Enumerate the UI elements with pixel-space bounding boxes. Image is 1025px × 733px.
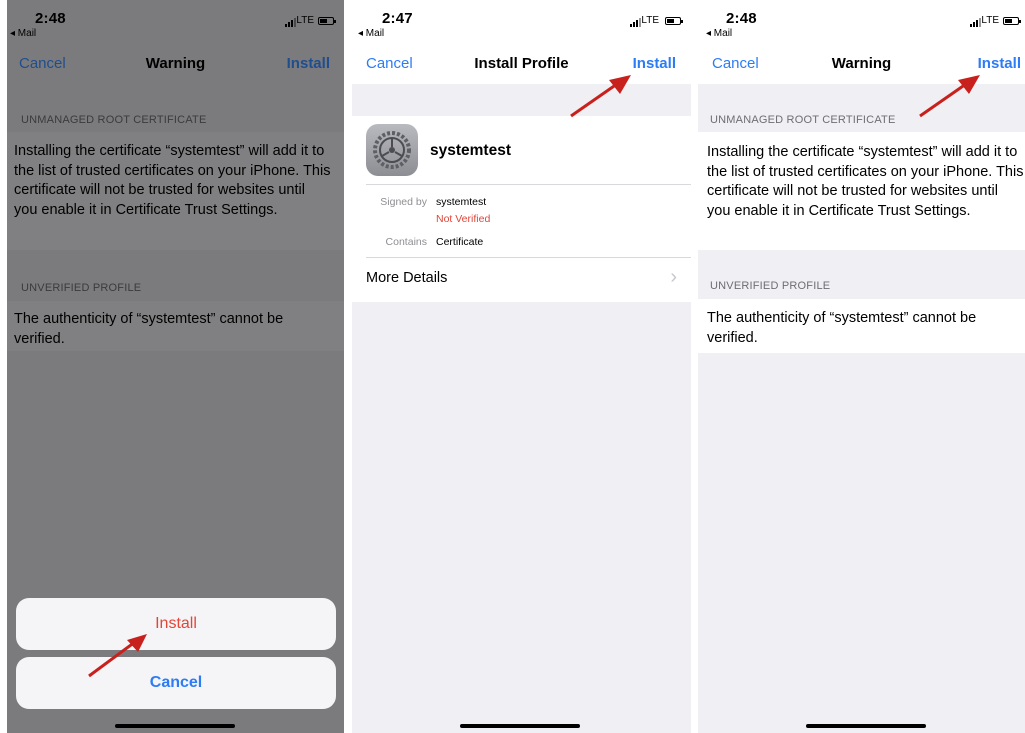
not-verified-badge: Not Verified — [436, 213, 491, 225]
sheet-install-button[interactable]: Install — [16, 598, 336, 650]
home-indicator — [115, 724, 235, 728]
home-indicator — [460, 724, 580, 728]
install-button[interactable]: Install — [633, 55, 676, 72]
settings-gear-icon — [366, 124, 418, 176]
chevron-right-icon: › — [670, 266, 677, 288]
certificate-warning-cell: Installing the certificate “systemtest” … — [7, 132, 344, 250]
home-indicator — [806, 724, 926, 728]
back-to-mail-link[interactable]: ◂ Mail — [358, 28, 384, 39]
certificate-warning-text: Installing the certificate “systemtest” … — [14, 143, 331, 218]
section-header-unverified: UNVERIFIED PROFILE — [21, 282, 142, 294]
unverified-profile-text: The authenticity of “systemtest” cannot … — [707, 310, 977, 346]
signal-icon — [970, 18, 981, 27]
sheet-cancel-button[interactable]: Cancel — [16, 657, 336, 709]
network-label: LTE — [296, 15, 314, 26]
status-time: 2:47 — [382, 10, 413, 27]
navigation-bar: Install Profile Cancel Install — [352, 42, 691, 84]
battery-icon — [1003, 17, 1021, 25]
network-label: LTE — [641, 15, 659, 26]
unverified-profile-cell: The authenticity of “systemtest” cannot … — [698, 299, 1025, 353]
warning-screen: 2:48 ◂ Mail LTE Warning Cancel Install U… — [698, 0, 1025, 733]
certificate-warning-text: Installing the certificate “systemtest” … — [707, 144, 1024, 219]
section-header-unverified: UNVERIFIED PROFILE — [710, 280, 831, 292]
red-arrow-annotation — [919, 75, 980, 118]
status-bar: 2:48 ◂ Mail LTE — [7, 0, 344, 42]
profile-name: systemtest — [430, 142, 511, 159]
warning-screen-with-action-sheet: 2:48 ◂ Mail LTE Warning Cancel Install U… — [7, 0, 344, 733]
status-time: 2:48 — [35, 10, 66, 27]
unverified-profile-text: The authenticity of “systemtest” cannot … — [14, 311, 284, 347]
install-button[interactable]: Install — [287, 55, 330, 72]
certificate-warning-cell: Installing the certificate “systemtest” … — [698, 132, 1025, 250]
network-label: LTE — [981, 15, 999, 26]
contains-value: Certificate — [436, 236, 484, 248]
cancel-button[interactable]: Cancel — [366, 55, 413, 72]
status-bar: 2:47 ◂ Mail LTE — [352, 0, 691, 42]
section-header-unmanaged-root: UNMANAGED ROOT CERTIFICATE — [21, 114, 207, 126]
signal-icon — [630, 18, 641, 27]
profile-card: systemtest Signed by systemtest Not Veri… — [352, 116, 691, 302]
battery-icon — [665, 17, 683, 25]
divider — [366, 184, 691, 185]
status-time: 2:48 — [726, 10, 757, 27]
more-details-row[interactable]: More Details › — [366, 258, 691, 302]
red-arrow-annotation — [88, 634, 147, 678]
install-profile-screen: 2:47 ◂ Mail LTE Install Profile Cancel I… — [352, 0, 691, 733]
signed-by-label: Signed by — [380, 196, 427, 208]
cancel-button[interactable]: Cancel — [19, 55, 66, 72]
back-to-mail-link[interactable]: ◂ Mail — [10, 28, 36, 39]
status-bar: 2:48 ◂ Mail LTE — [698, 0, 1025, 42]
battery-icon — [318, 17, 336, 25]
back-to-mail-link[interactable]: ◂ Mail — [706, 28, 732, 39]
cancel-button[interactable]: Cancel — [712, 55, 759, 72]
signed-by-value: systemtest — [436, 196, 487, 208]
red-arrow-annotation — [570, 75, 631, 118]
signal-icon — [285, 18, 296, 27]
unverified-profile-cell: The authenticity of “systemtest” cannot … — [7, 301, 344, 351]
more-details-label: More Details — [366, 270, 448, 286]
contains-label: Contains — [385, 236, 427, 248]
navigation-bar: Warning Cancel Install — [7, 44, 344, 82]
